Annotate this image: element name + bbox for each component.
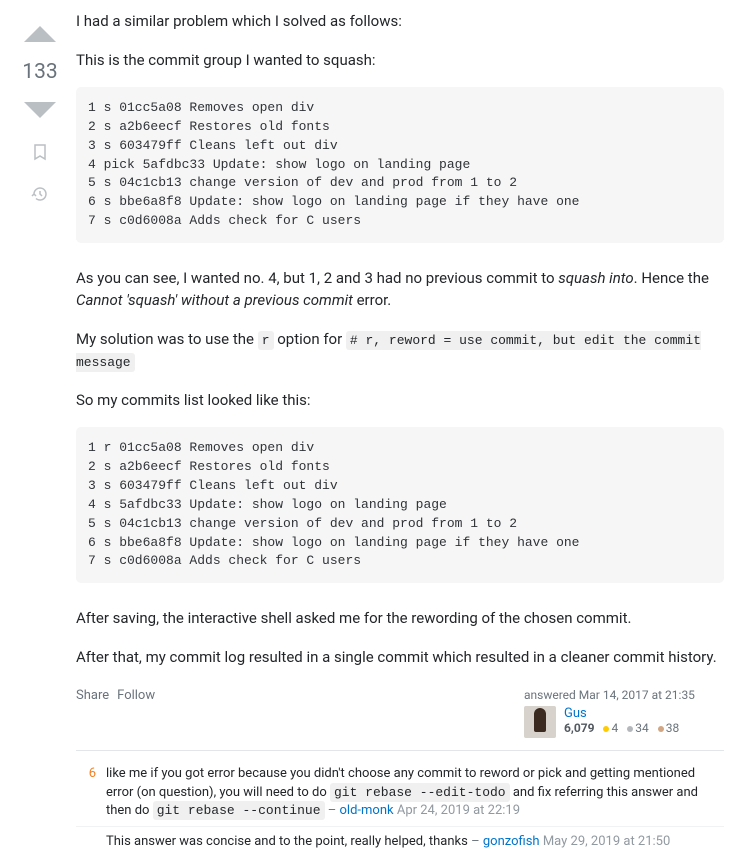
comment-date: May 29, 2019 at 21:50 bbox=[543, 834, 670, 849]
answer-body: I had a similar problem which I solved a… bbox=[76, 10, 724, 857]
comment-score: 6 bbox=[76, 765, 98, 820]
inline-code: git rebase --edit-todo bbox=[330, 783, 510, 802]
paragraph: After saving, the interactive shell aske… bbox=[76, 607, 724, 630]
bookmark-icon[interactable] bbox=[22, 134, 58, 170]
paragraph: My solution was to use the r option for … bbox=[76, 328, 724, 373]
comment-author-link[interactable]: old-monk bbox=[340, 803, 394, 818]
paragraph: As you can see, I wanted no. 4, but 1, 2… bbox=[76, 267, 724, 312]
paragraph: After that, my commit log resulted in a … bbox=[76, 646, 724, 669]
bronze-badge-icon bbox=[658, 726, 664, 732]
follow-link[interactable]: Follow bbox=[117, 688, 155, 703]
upvote-button[interactable] bbox=[22, 16, 58, 52]
code-block: 1 s 01cc5a08 Removes open div 2 s a2b6ee… bbox=[76, 87, 724, 243]
user-name-link[interactable]: Gus bbox=[564, 706, 679, 721]
history-icon[interactable] bbox=[22, 176, 58, 212]
downvote-button[interactable] bbox=[22, 92, 58, 128]
comment-date: Apr 24, 2019 at 22:19 bbox=[397, 803, 520, 818]
vote-column: 133 bbox=[20, 10, 60, 857]
paragraph: This is the commit group I wanted to squ… bbox=[76, 49, 724, 72]
comment-score bbox=[76, 833, 98, 851]
user-card: answered Mar 14, 2017 at 21:35 Gus 6,079… bbox=[524, 688, 724, 738]
paragraph: So my commits list looked like this: bbox=[76, 389, 724, 412]
avatar[interactable] bbox=[524, 706, 556, 738]
paragraph: I had a similar problem which I solved a… bbox=[76, 10, 724, 33]
comment: This answer was concise and to the point… bbox=[76, 827, 724, 857]
inline-code: r bbox=[258, 331, 274, 350]
silver-badge-icon bbox=[627, 726, 633, 732]
post-actions: Share Follow bbox=[76, 688, 155, 703]
inline-code: git rebase --continue bbox=[153, 801, 325, 820]
user-reputation: 6,079 4 34 38 bbox=[564, 721, 679, 735]
share-link[interactable]: Share bbox=[76, 688, 109, 703]
gold-badge-icon bbox=[603, 726, 609, 732]
comment: 6 like me if you got error because you d… bbox=[76, 759, 724, 827]
comment-author-link[interactable]: gonzofish bbox=[483, 834, 540, 849]
comment-body: like me if you got error because you did… bbox=[106, 765, 724, 820]
comments-list: 6 like me if you got error because you d… bbox=[76, 750, 724, 857]
answered-time: answered Mar 14, 2017 at 21:35 bbox=[524, 688, 724, 702]
comment-body: This answer was concise and to the point… bbox=[106, 833, 724, 851]
code-block: 1 r 01cc5a08 Removes open div 2 s a2b6ee… bbox=[76, 427, 724, 583]
vote-score: 133 bbox=[22, 56, 57, 88]
